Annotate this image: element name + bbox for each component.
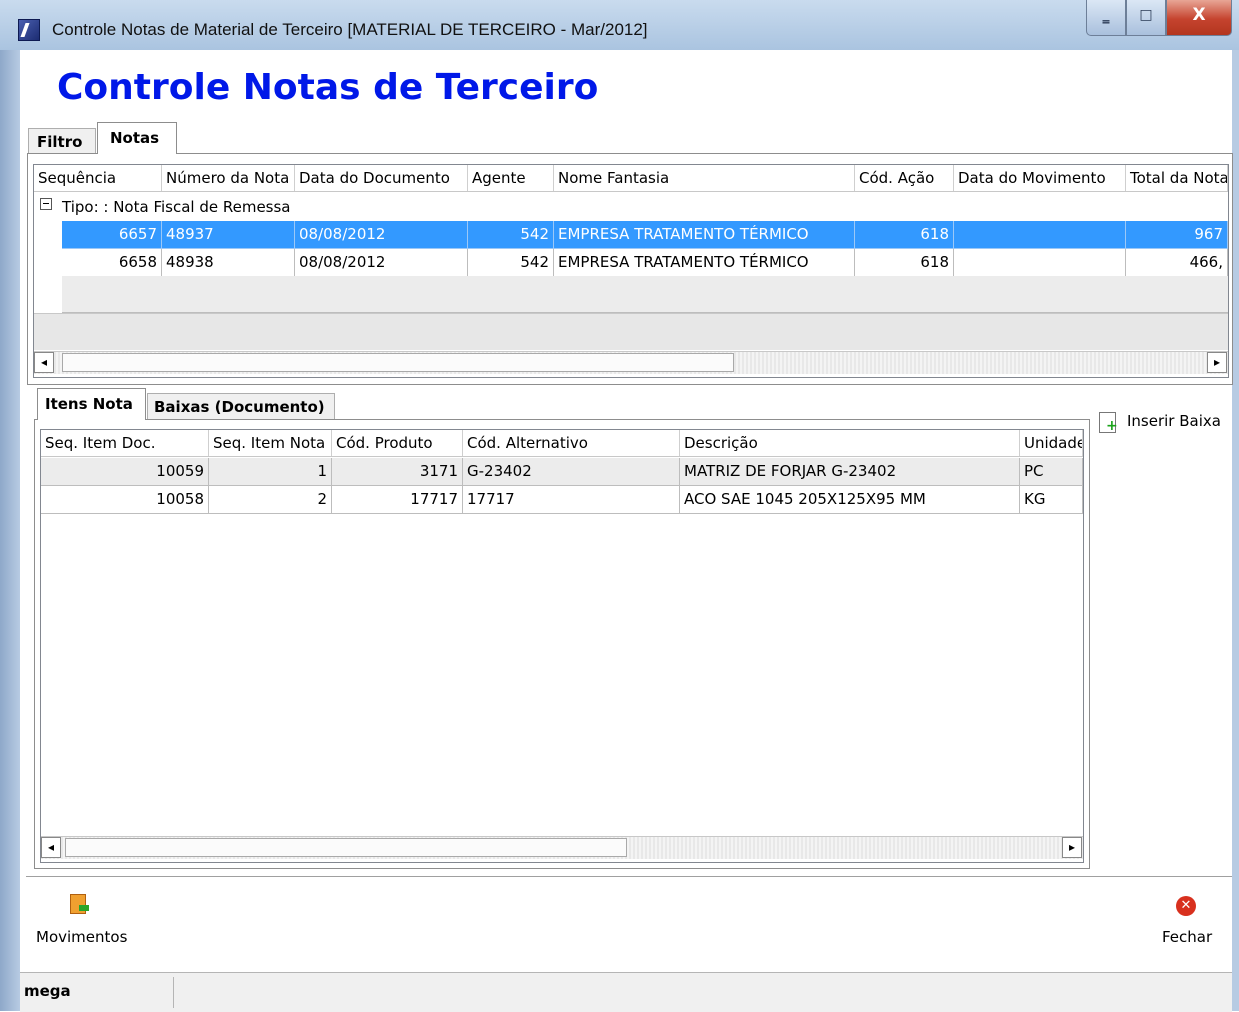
itens-horizontal-scrollbar[interactable]: ◂ ▸ (41, 836, 1083, 859)
cell-cod-alternativo: G-23402 (463, 458, 680, 486)
column-header-data-documento[interactable]: Data do Documento (295, 165, 468, 191)
document-add-icon (1099, 412, 1118, 434)
movements-icon (70, 894, 89, 914)
tab-itens-nota[interactable]: Itens Nota (37, 388, 146, 420)
cell-total-nota: 466, (1126, 249, 1228, 277)
notas-horizontal-scrollbar[interactable]: ◂ ▸ (34, 351, 1228, 374)
cell-descricao: MATRIZ DE FORJAR G-23402 (680, 458, 1020, 486)
cell-total-nota: 967 (1126, 221, 1228, 249)
notas-grid-header: Sequência Número da Nota Data do Documen… (34, 165, 1228, 192)
window-frame-left (0, 50, 20, 1011)
maximize-icon: □ (1139, 7, 1153, 23)
column-header-descricao[interactable]: Descrição (680, 430, 1020, 456)
column-header-total-nota[interactable]: Total da Nota (1126, 165, 1228, 191)
table-row[interactable]: 6657 48937 08/08/2012 542 EMPRESA TRATAM… (34, 221, 1228, 249)
arrow-right-icon[interactable]: ▸ (1062, 837, 1082, 858)
close-circle-icon: ✕ (1176, 896, 1196, 916)
cell-unidade: KG (1020, 486, 1083, 514)
tab-baixas-documento[interactable]: Baixas (Documento) (147, 393, 335, 419)
arrow-right-icon[interactable]: ▸ (1207, 352, 1227, 373)
cell-cod-acao: 618 (855, 221, 954, 249)
column-header-sequencia[interactable]: Sequência (34, 165, 162, 191)
cell-data-documento: 08/08/2012 (295, 221, 468, 249)
scrollbar-thumb[interactable] (65, 838, 627, 857)
collapse-icon[interactable] (40, 198, 52, 210)
cell-cod-acao: 618 (855, 249, 954, 277)
notas-grid[interactable]: Sequência Número da Nota Data do Documen… (33, 164, 1229, 378)
column-header-agente[interactable]: Agente (468, 165, 554, 191)
column-header-cod-alternativo[interactable]: Cód. Alternativo (463, 430, 680, 456)
cell-nome-fantasia: EMPRESA TRATAMENTO TÉRMICO (554, 249, 855, 277)
column-header-cod-acao[interactable]: Cód. Ação (855, 165, 954, 191)
status-bar: mega (20, 972, 1232, 1012)
inserir-baixa-label: Inserir Baixa (1127, 412, 1221, 430)
arrow-left-icon[interactable]: ◂ (34, 352, 54, 373)
minimize-icon: ‗ (1102, 8, 1110, 24)
itens-grid[interactable]: Seq. Item Doc. Seq. Item Nota Cód. Produ… (40, 429, 1084, 863)
window-title: Controle Notas de Material de Terceiro [… (52, 20, 648, 39)
cell-sequencia: 6658 (62, 249, 162, 277)
cell-agente: 542 (468, 221, 554, 249)
maximize-button[interactable]: □ (1126, 0, 1166, 36)
cell-data-documento: 08/08/2012 (295, 249, 468, 277)
table-row[interactable]: 6658 48938 08/08/2012 542 EMPRESA TRATAM… (34, 249, 1228, 277)
column-header-unidade[interactable]: Unidade (1020, 430, 1083, 456)
scrollbar-thumb[interactable] (62, 353, 734, 372)
divider (26, 876, 1232, 880)
close-icon: X (1192, 5, 1206, 25)
status-separator (173, 977, 174, 1008)
column-header-nome-fantasia[interactable]: Nome Fantasia (554, 165, 855, 191)
page-title: Controle Notas de Terceiro (57, 67, 599, 108)
grid-footer (34, 313, 1228, 350)
grid-empty-area (62, 276, 1228, 313)
cell-data-movimento (954, 221, 1126, 249)
cell-nome-fantasia: EMPRESA TRATAMENTO TÉRMICO (554, 221, 855, 249)
close-window-button[interactable]: X (1166, 0, 1232, 36)
movimentos-label: Movimentos (36, 928, 128, 946)
column-header-numero-nota[interactable]: Número da Nota (162, 165, 295, 191)
table-row[interactable]: 10059 1 3171 G-23402 MATRIZ DE FORJAR G-… (41, 458, 1083, 486)
cell-descricao: ACO SAE 1045 205X125X95 MM (680, 486, 1020, 514)
app-logo-icon (18, 19, 40, 41)
cell-numero-nota: 48938 (162, 249, 295, 277)
cell-unidade: PC (1020, 458, 1083, 486)
column-header-seq-item-nota[interactable]: Seq. Item Nota (209, 430, 332, 456)
arrow-left-icon[interactable]: ◂ (41, 837, 61, 858)
cell-data-movimento (954, 249, 1126, 277)
minimize-button[interactable]: ‗ (1086, 0, 1126, 36)
cell-numero-nota: 48937 (162, 221, 295, 249)
cell-seq-item-doc: 10059 (41, 458, 209, 486)
fechar-label: Fechar (1162, 928, 1213, 946)
cell-agente: 542 (468, 249, 554, 277)
tab-filtro[interactable]: Filtro (28, 128, 96, 154)
itens-grid-header: Seq. Item Doc. Seq. Item Nota Cód. Produ… (41, 430, 1083, 457)
window-frame-right (1232, 50, 1239, 1011)
column-header-data-movimento[interactable]: Data do Movimento (954, 165, 1126, 191)
group-row-label: Tipo: : Nota Fiscal de Remessa (62, 198, 291, 216)
table-row[interactable]: 10058 2 17717 17717 ACO SAE 1045 205X125… (41, 486, 1083, 514)
cell-cod-alternativo: 17717 (463, 486, 680, 514)
movimentos-button[interactable]: Movimentos (34, 894, 134, 950)
column-header-seq-item-doc[interactable]: Seq. Item Doc. (41, 430, 209, 456)
column-header-cod-produto[interactable]: Cód. Produto (332, 430, 463, 456)
cell-cod-produto: 3171 (332, 458, 463, 486)
cell-cod-produto: 17717 (332, 486, 463, 514)
status-user: mega (24, 982, 71, 1000)
cell-seq-item-nota: 1 (209, 458, 332, 486)
cell-seq-item-doc: 10058 (41, 486, 209, 514)
fechar-button[interactable]: ✕ Fechar (1156, 894, 1226, 950)
cell-seq-item-nota: 2 (209, 486, 332, 514)
cell-sequencia: 6657 (62, 221, 162, 249)
tab-notas[interactable]: Notas (97, 122, 177, 154)
title-bar: Controle Notas de Material de Terceiro [… (0, 0, 1239, 51)
